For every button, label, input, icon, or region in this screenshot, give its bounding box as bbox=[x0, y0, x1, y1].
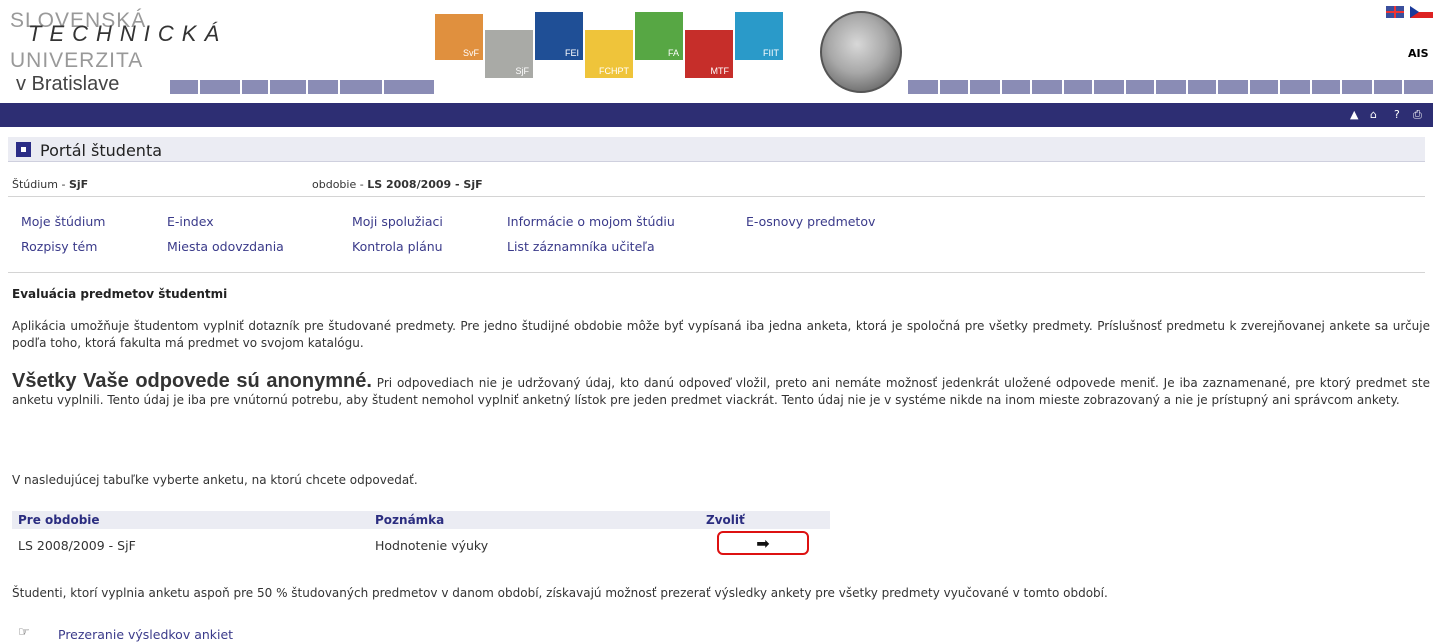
study-value: SjF bbox=[68, 178, 89, 191]
section-heading: Evaluácia predmetov študentmi bbox=[12, 287, 228, 301]
header-stripe bbox=[1032, 80, 1064, 94]
header-stripe bbox=[1064, 80, 1094, 94]
faculty-svf-tile[interactable]: SvF bbox=[435, 14, 483, 60]
study-info: Štúdium - SjF bbox=[12, 178, 88, 191]
header-stripe bbox=[908, 80, 940, 94]
intro-paragraph: Aplikácia umožňuje študentom vyplniť dot… bbox=[12, 319, 1430, 350]
study-label: Štúdium - bbox=[12, 178, 69, 191]
system-label: AIS bbox=[1408, 47, 1429, 60]
header-stripe bbox=[170, 80, 200, 94]
header-stripe bbox=[970, 80, 1002, 94]
divider bbox=[8, 196, 1425, 197]
portal-title-bar bbox=[8, 137, 1425, 162]
page-title: Portál študenta bbox=[40, 141, 163, 160]
faculty-label: SvF bbox=[462, 48, 479, 58]
anonymity-paragraph: Všetky Vaše odpovede sú anonymné. Pri od… bbox=[12, 370, 1430, 409]
column-header-period: Pre obdobie bbox=[18, 513, 100, 527]
header-stripe bbox=[340, 80, 384, 94]
pointing-hand-icon: ☞ bbox=[18, 625, 30, 640]
header-stripe bbox=[1156, 80, 1188, 94]
faculty-fiit-tile[interactable]: FIIT bbox=[735, 12, 783, 60]
instruction-text: V nasledujúcej tabuľke vyberte anketu, n… bbox=[12, 473, 418, 487]
header-stripe bbox=[1218, 80, 1250, 94]
print-icon[interactable]: ⎙ bbox=[1413, 109, 1422, 121]
faculty-label: FA bbox=[667, 48, 679, 58]
faculty-label: FIIT bbox=[763, 48, 779, 58]
menu-informacie-o-studiu[interactable]: Informácie o mojom štúdiu bbox=[507, 214, 675, 229]
period-info: obdobie - LS 2008/2009 - SjF bbox=[312, 178, 483, 191]
arrow-right-icon: ➡ bbox=[756, 533, 770, 553]
header-stripe bbox=[242, 80, 270, 94]
menu-list-zaznamnika[interactable]: List záznamníka učiteľa bbox=[507, 239, 655, 254]
menu-moje-studium[interactable]: Moje štúdium bbox=[21, 214, 105, 229]
scroll-top-icon[interactable]: ▲ bbox=[1350, 109, 1358, 121]
header-stripe bbox=[1374, 80, 1404, 94]
footer-note: Študenti, ktorí vyplnia anketu aspoň pre… bbox=[12, 586, 1108, 600]
header-stripe bbox=[1188, 80, 1218, 94]
column-header-choose: Zvoliť bbox=[706, 513, 745, 527]
university-seal-icon bbox=[820, 11, 902, 93]
menu-rozpisy-tem[interactable]: Rozpisy tém bbox=[21, 239, 97, 254]
english-flag-icon[interactable] bbox=[1386, 6, 1404, 18]
home-icon[interactable]: ⌂ bbox=[1370, 109, 1377, 121]
portal-square-icon bbox=[16, 142, 31, 157]
survey-results-link[interactable]: Prezeranie výsledkov ankiet bbox=[58, 627, 233, 642]
header-stripe bbox=[1342, 80, 1374, 94]
header-stripe bbox=[1280, 80, 1312, 94]
faculty-label: SjF bbox=[515, 66, 530, 76]
faculty-sjf-tile[interactable]: SjF bbox=[485, 30, 533, 78]
divider bbox=[8, 272, 1425, 273]
faculty-mtf-tile[interactable]: MTF bbox=[685, 30, 733, 78]
university-logo-line-4: v Bratislave bbox=[16, 73, 120, 95]
university-logo-line-2: TECHNICKÁ bbox=[28, 21, 228, 46]
header-stripe bbox=[1250, 80, 1280, 94]
help-icon[interactable]: ? bbox=[1394, 109, 1400, 121]
menu-kontrola-planu[interactable]: Kontrola plánu bbox=[352, 239, 443, 254]
header-stripe bbox=[1126, 80, 1156, 94]
header-stripe bbox=[1002, 80, 1032, 94]
header-stripe bbox=[200, 80, 242, 94]
header-stripe bbox=[1404, 80, 1433, 94]
university-logo-line-3: UNIVERZITA bbox=[10, 49, 144, 72]
faculty-fei-tile[interactable]: FEI bbox=[535, 12, 583, 60]
period-label: obdobie - bbox=[312, 178, 368, 191]
faculty-label: FCHPT bbox=[599, 66, 629, 76]
header-stripe bbox=[1094, 80, 1126, 94]
period-value: LS 2008/2009 - SjF bbox=[367, 178, 483, 191]
header-stripe bbox=[1312, 80, 1342, 94]
faculty-fa-tile[interactable]: FA bbox=[635, 12, 683, 60]
header-stripe bbox=[308, 80, 340, 94]
czech-flag-icon[interactable] bbox=[1410, 6, 1433, 18]
table-cell-period: LS 2008/2009 - SjF bbox=[18, 538, 136, 553]
header-stripe bbox=[270, 80, 308, 94]
faculty-fchpt-tile[interactable]: FCHPT bbox=[585, 30, 633, 78]
anonymity-headline: Všetky Vaše odpovede sú anonymné. bbox=[12, 370, 372, 392]
menu-e-index[interactable]: E-index bbox=[167, 214, 214, 229]
header-stripe bbox=[940, 80, 970, 94]
column-header-note: Poznámka bbox=[375, 513, 445, 527]
faculty-label: MTF bbox=[710, 66, 730, 76]
choose-survey-button[interactable]: ➡ bbox=[717, 531, 809, 555]
menu-e-osnovy[interactable]: E-osnovy predmetov bbox=[746, 214, 875, 229]
menu-moji-spoluziaci[interactable]: Moji spolužiaci bbox=[352, 214, 443, 229]
menu-miesta-odovzdania[interactable]: Miesta odovzdania bbox=[167, 239, 284, 254]
table-cell-note: Hodnotenie výuky bbox=[375, 538, 489, 553]
faculty-label: FEI bbox=[564, 48, 579, 58]
top-nav-bar: ▲ ⌂ ? ⎙ bbox=[0, 103, 1433, 127]
header-stripe bbox=[384, 80, 436, 94]
